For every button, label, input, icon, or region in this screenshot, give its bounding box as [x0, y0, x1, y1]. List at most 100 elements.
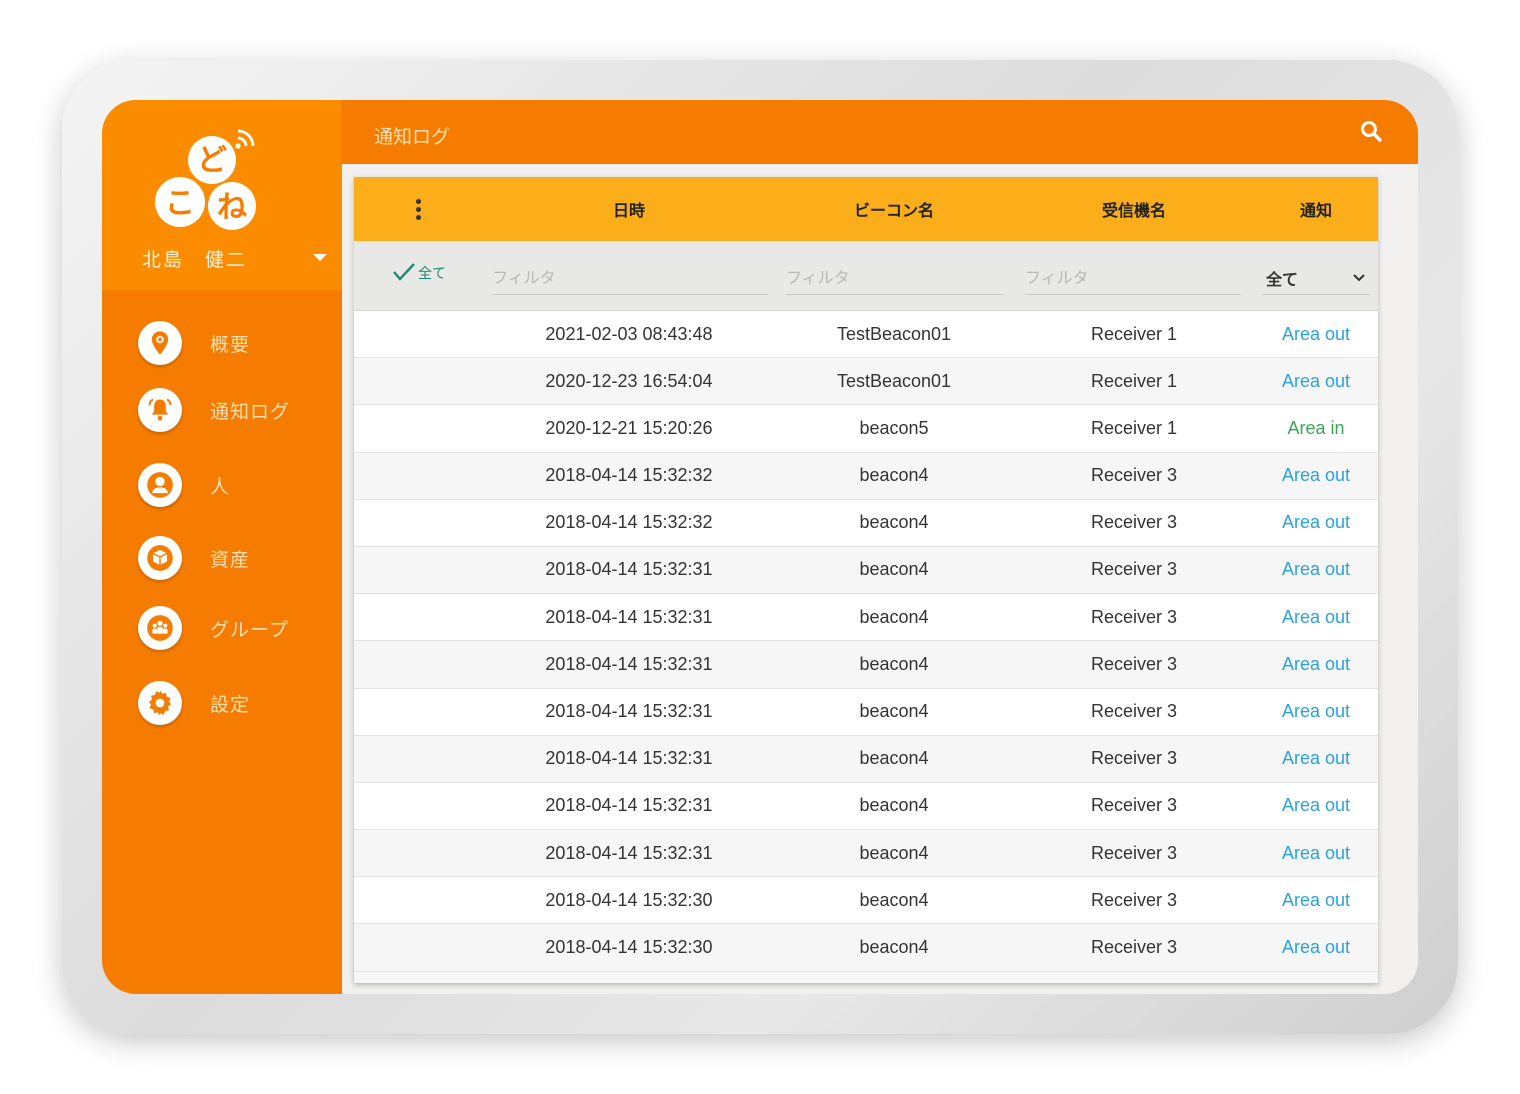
cell-beacon: beacon4	[859, 795, 929, 816]
table-row[interactable]: 2018-04-14 15:32:31 beacon4 Receiver 3 Area…	[354, 546, 1378, 595]
table-row[interactable]: 2018-04-14 15:32:31 beacon4 Receiver 3 Area…	[354, 782, 1378, 831]
cell-notify: Area out	[1281, 323, 1351, 344]
table-row[interactable]: 2020-12-21 15:20:26 beacon5 Receiver 1 Area…	[354, 405, 1378, 453]
cell-notify: Area out	[1281, 465, 1351, 486]
cell-date: 2018-04-14 15:32:31	[545, 701, 713, 721]
cell-notify: Area in	[1287, 417, 1345, 438]
cell-receiver: Receiver 3	[1090, 889, 1178, 910]
cell-notify: Area out	[1281, 936, 1351, 957]
table-row[interactable]: 2021-02-03 08:43:48 TestBeacon01 Receiver …	[354, 311, 1378, 359]
table-row[interactable]: 2018-04-14 15:32:30 beacon4 Receiver 3 Area…	[354, 877, 1378, 925]
cell-notify: Area out	[1281, 701, 1351, 721]
beacon-filter-input[interactable]	[786, 261, 1004, 295]
cell-beacon: beacon4	[859, 606, 929, 627]
user-menu-caret-icon[interactable]	[313, 254, 327, 261]
nav-item-assets[interactable]: 資産	[138, 535, 328, 581]
cell-receiver: Receiver 3	[1090, 653, 1178, 674]
box-icon	[138, 536, 182, 580]
nav-label-people: 人	[210, 475, 231, 498]
gear-icon	[138, 681, 182, 725]
nav-item-settings[interactable]: 設定	[138, 680, 328, 726]
table-row[interactable]: 2020-12-23 16:54:04 TestBeacon01 Receiver …	[354, 358, 1378, 406]
cell-receiver: Receiver 1	[1090, 417, 1178, 438]
svg-text:ど: ど	[197, 143, 227, 178]
svg-text:こ: こ	[165, 186, 195, 221]
table-row[interactable]: 2018-04-14 15:32:30 beacon4 Receiver 3 Area…	[354, 924, 1378, 972]
nav-label-overview: 概要	[210, 333, 251, 356]
cell-notify: Area out	[1281, 559, 1351, 580]
table-row[interactable]: 2018-04-14 15:32:31 beacon4 Receiver 3 Area…	[354, 594, 1378, 642]
cell-beacon: beacon4	[859, 936, 929, 957]
person-icon	[138, 463, 182, 507]
cell-notify: Area out	[1281, 795, 1351, 816]
notify-filter-select[interactable]: 全て	[1262, 261, 1370, 295]
cell-date: 2020-12-21 15:20:26	[545, 417, 713, 438]
table-row[interactable]: 2018-04-14 15:32:32 beacon4 Receiver 3 Area…	[354, 452, 1378, 500]
cell-notify: Area out	[1281, 842, 1351, 863]
nav-item-notification-log[interactable]: 通知ログ	[138, 387, 328, 433]
app-logo: ど こ ね	[155, 129, 256, 230]
select-all-label: 全て	[418, 266, 446, 282]
cell-notify: Area out	[1281, 606, 1351, 627]
notification-log-table: 日時 ビーコン名 受信機名 通知 全て 全て 2021-02-03 08:43:…	[354, 177, 1378, 983]
receiver-filter-input[interactable]	[1025, 261, 1241, 295]
user-name[interactable]: 北島 健二	[142, 245, 247, 272]
cell-date: 2018-04-14 15:32:31	[545, 559, 713, 580]
column-header-receiver[interactable]: 受信機名	[1014, 177, 1254, 241]
select-all-toggle[interactable]: 全て	[392, 261, 446, 283]
sidebar: ど こ ね 北島 健二 概要 通知ログ 人 資産 グループ 設定	[102, 100, 342, 994]
column-header-date[interactable]: 日時	[504, 177, 754, 241]
app-screen: ど こ ね 北島 健二 概要 通知ログ 人 資産 グループ 設定 通知ログ 日時…	[102, 100, 1418, 994]
cell-receiver: Receiver 1	[1090, 370, 1178, 391]
sidebar-header: ど こ ね 北島 健二	[102, 100, 342, 290]
cell-date: 2018-04-14 15:32:32	[545, 512, 713, 533]
cell-receiver: Receiver 3	[1090, 842, 1178, 863]
table-menu-button[interactable]	[378, 177, 458, 241]
cell-date: 2018-04-14 15:32:31	[545, 653, 713, 674]
date-filter-input[interactable]	[492, 261, 768, 295]
cell-beacon: beacon4	[859, 842, 929, 863]
cell-beacon: beacon4	[859, 701, 929, 721]
cell-beacon: TestBeacon01	[836, 370, 952, 391]
notify-filter-value: 全て	[1266, 269, 1299, 289]
table-row[interactable]: 2018-04-14 15:32:31 beacon4 Receiver 3 Area…	[354, 641, 1378, 689]
table-body: 2021-02-03 08:43:48 TestBeacon01 Receiver …	[354, 311, 1378, 972]
cell-receiver: Receiver 1	[1090, 323, 1178, 344]
cell-date: 2018-04-14 15:32:30	[545, 936, 713, 957]
chevron-down-icon	[1353, 273, 1365, 281]
main-content: 日時 ビーコン名 受信機名 通知 全て 全て 2021-02-03 08:43:…	[342, 164, 1418, 994]
nav-item-groups[interactable]: グループ	[138, 605, 328, 651]
cell-notify: Area out	[1281, 370, 1351, 391]
nav-label-notification-log: 通知ログ	[210, 400, 291, 423]
cell-receiver: Receiver 3	[1090, 936, 1178, 957]
cell-date: 2021-02-03 08:43:48	[545, 323, 713, 344]
search-button[interactable]	[1356, 116, 1386, 146]
cell-date: 2018-04-14 15:32:31	[545, 795, 713, 816]
nav-label-assets: 資産	[210, 548, 251, 571]
cell-date: 2018-04-14 15:32:30	[545, 889, 713, 910]
cell-notify: Area out	[1281, 889, 1351, 910]
cell-receiver: Receiver 3	[1090, 606, 1178, 627]
cell-receiver: Receiver 3	[1090, 559, 1178, 580]
bell-icon	[138, 388, 182, 432]
cell-beacon: TestBeacon01	[836, 323, 952, 344]
nav-item-overview[interactable]: 概要	[138, 320, 328, 366]
cell-date: 2018-04-14 15:32:31	[545, 606, 713, 627]
nav-label-settings: 設定	[210, 693, 251, 716]
nav-item-people[interactable]: 人	[138, 462, 328, 508]
cell-beacon: beacon4	[859, 889, 929, 910]
table-row[interactable]: 2018-04-14 15:32:31 beacon4 Receiver 3 Area…	[354, 735, 1378, 783]
group-icon	[138, 606, 182, 650]
table-row[interactable]: 2018-04-14 15:32:32 beacon4 Receiver 3 Area…	[354, 499, 1378, 547]
nav-label-groups: グループ	[210, 618, 289, 641]
column-header-notify[interactable]: 通知	[1262, 177, 1370, 241]
cell-notify: Area out	[1281, 512, 1351, 533]
cell-receiver: Receiver 3	[1090, 465, 1178, 486]
svg-text:ね: ね	[217, 190, 247, 225]
table-row[interactable]: 2018-04-14 15:32:31 beacon4 Receiver 3 Area…	[354, 830, 1378, 878]
cell-beacon: beacon4	[859, 559, 929, 580]
filter-row: 全て 全て	[354, 241, 1378, 311]
table-row[interactable]: 2018-04-14 15:32:31 beacon4 Receiver 3 Area…	[354, 688, 1378, 736]
column-header-beacon[interactable]: ビーコン名	[774, 177, 1014, 241]
cell-beacon: beacon4	[859, 653, 929, 674]
